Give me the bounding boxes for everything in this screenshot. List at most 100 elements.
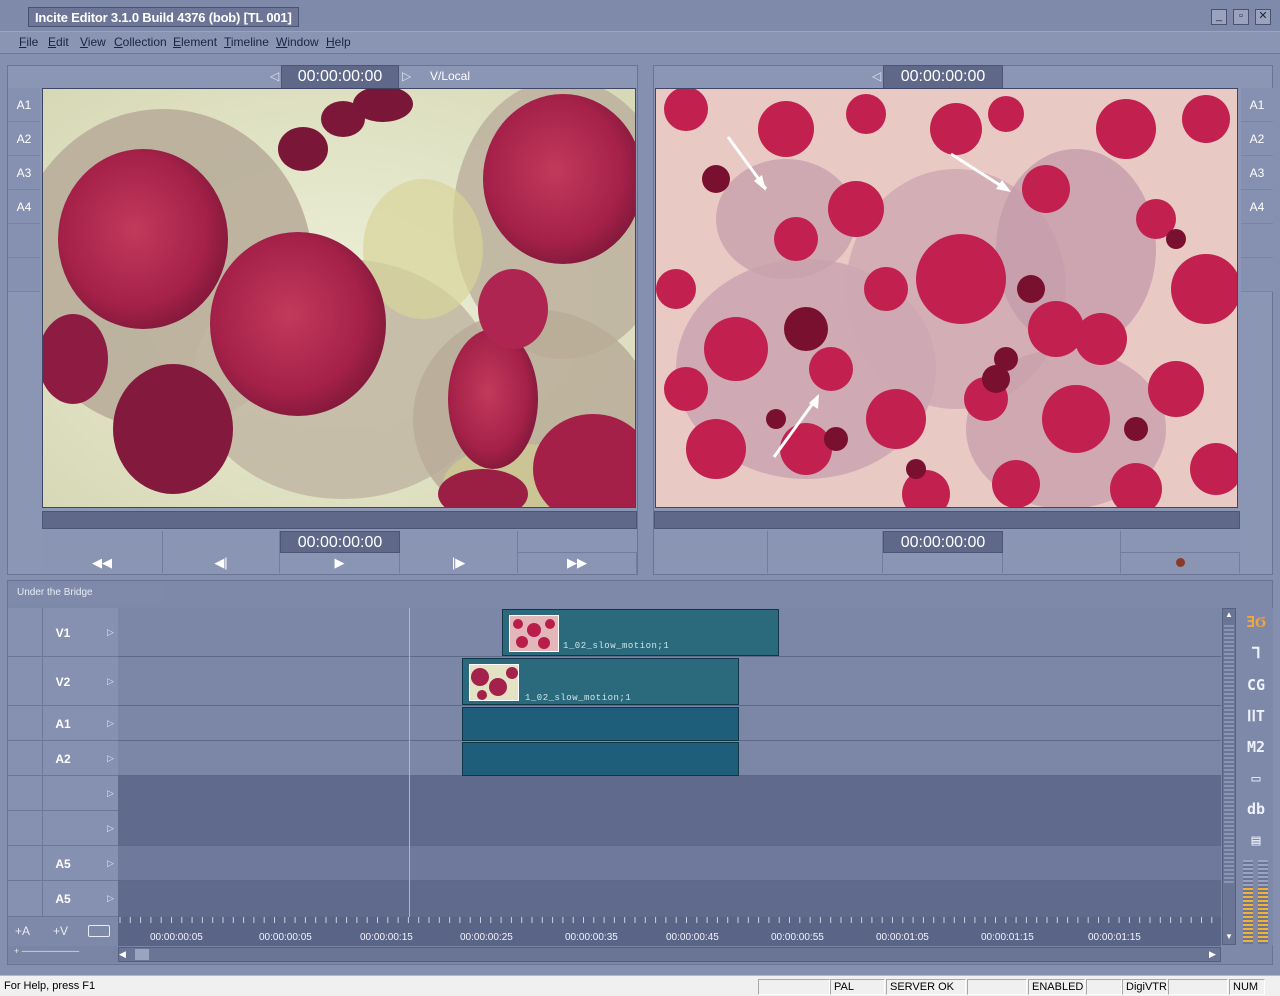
- horizontal-scrollbar[interactable]: ◀ ▶: [118, 947, 1221, 962]
- track-expand-icon[interactable]: ▷: [107, 823, 114, 834]
- source-video-frame[interactable]: [42, 88, 636, 508]
- track-header-v1[interactable]: V1 ▷: [8, 608, 118, 657]
- source-cell: [400, 531, 518, 553]
- menu-element[interactable]: Element: [173, 35, 217, 49]
- record-transport-button[interactable]: [768, 553, 883, 573]
- trim-tool-icon[interactable]: ᒣ: [1241, 639, 1271, 667]
- menu-help[interactable]: Help: [326, 35, 351, 49]
- restore-button[interactable]: ▫: [1233, 9, 1249, 25]
- track-expand-icon[interactable]: ▷: [107, 718, 114, 729]
- close-button[interactable]: ✕: [1255, 9, 1271, 25]
- source-bottom-timecode[interactable]: 00:00:00:00: [280, 531, 400, 553]
- source-track-a1[interactable]: A1: [8, 88, 40, 122]
- menu-window[interactable]: Window: [276, 35, 319, 49]
- clip-thumbnail: [509, 615, 559, 652]
- step-forward-button[interactable]: |▶: [400, 553, 518, 573]
- playhead[interactable]: [409, 608, 410, 917]
- lane-empty[interactable]: [118, 776, 1221, 811]
- db-tool-icon[interactable]: db: [1241, 795, 1271, 823]
- clip-a1[interactable]: [462, 707, 739, 741]
- source-scrub-bar[interactable]: [42, 511, 637, 529]
- clip-a2[interactable]: [462, 742, 739, 776]
- track-expand-icon[interactable]: ▷: [107, 788, 114, 799]
- source-cell: [163, 531, 280, 553]
- scroll-right-icon[interactable]: ▶: [1209, 949, 1216, 960]
- play-button[interactable]: ▶: [280, 553, 400, 573]
- source-track-empty-1[interactable]: [8, 224, 40, 258]
- record-track-empty-2[interactable]: [1241, 258, 1273, 292]
- lane-empty[interactable]: [118, 811, 1221, 846]
- clip-v2[interactable]: 1_02_slow_motion;1: [462, 658, 739, 705]
- timeline-zoom-icon[interactable]: [88, 925, 110, 937]
- source-track-a4[interactable]: A4: [8, 190, 40, 224]
- clip-v1[interactable]: 1_02_slow_motion;1: [502, 609, 779, 656]
- vertical-scrollbar[interactable]: ▲ ▼: [1222, 608, 1236, 945]
- menu-timeline[interactable]: Timeline: [224, 35, 269, 49]
- source-next-icon[interactable]: ▷: [402, 69, 411, 83]
- lane-a5[interactable]: [118, 846, 1221, 881]
- menu-collection[interactable]: Collection: [114, 35, 167, 49]
- track-expand-icon[interactable]: ▷: [107, 676, 114, 687]
- track-header-empty[interactable]: ▷: [8, 776, 118, 811]
- menu-edit[interactable]: Edit: [48, 35, 69, 49]
- track-expand-icon[interactable]: ▷: [107, 753, 114, 764]
- source-prev-icon[interactable]: ◁: [270, 69, 279, 83]
- rewind-button[interactable]: ◀◀: [42, 553, 163, 573]
- cut-tool-icon[interactable]: ƎϬ: [1241, 608, 1271, 636]
- track-expand-icon[interactable]: ▷: [107, 627, 114, 638]
- scroll-up-icon[interactable]: ▲: [1225, 610, 1233, 619]
- record-transport-button[interactable]: [1003, 553, 1121, 573]
- record-bottom-timecode[interactable]: 00:00:00:00: [883, 531, 1003, 553]
- record-button[interactable]: [1121, 553, 1240, 573]
- menu-view[interactable]: View: [80, 35, 106, 49]
- step-back-button[interactable]: ◀|: [163, 553, 280, 573]
- record-cell: [654, 531, 768, 553]
- source-track-a2[interactable]: A2: [8, 122, 40, 156]
- add-video-track-button[interactable]: +V: [53, 924, 68, 938]
- timeline-ruler[interactable]: 00:00:00:05 00:00:00:05 00:00:00:15 00:0…: [118, 917, 1221, 946]
- track-header-a1[interactable]: A1 ▷: [8, 706, 118, 741]
- scrollbar-thumb[interactable]: [135, 949, 149, 960]
- minimize-button[interactable]: _: [1211, 9, 1227, 25]
- menu-file[interactable]: File: [19, 35, 38, 49]
- status-cell: [758, 979, 830, 995]
- clip-label: 1_02_slow_motion;1: [525, 693, 632, 703]
- lane-a5[interactable]: [118, 881, 1221, 917]
- fast-forward-button[interactable]: ▶▶: [518, 553, 637, 573]
- source-track-a3[interactable]: A3: [8, 156, 40, 190]
- lift-tool-icon[interactable]: ⅠⅠT: [1241, 702, 1271, 730]
- track-header-empty[interactable]: ▷: [8, 811, 118, 846]
- layers-tool-icon[interactable]: ▤: [1241, 826, 1271, 854]
- status-enabled: ENABLED: [1028, 979, 1085, 995]
- record-prev-icon[interactable]: ◁: [872, 69, 881, 83]
- record-track-a3[interactable]: A3: [1241, 156, 1273, 190]
- cg-tool-icon[interactable]: CG: [1241, 671, 1271, 699]
- record-track-a2[interactable]: A2: [1241, 122, 1273, 156]
- track-header-a5[interactable]: A5 ▷: [8, 846, 118, 881]
- record-track-empty-1[interactable]: [1241, 224, 1273, 258]
- zoom-slider-icon[interactable]: + ─────────: [14, 946, 79, 956]
- source-timecode[interactable]: 00:00:00:00: [281, 65, 399, 89]
- record-transport-button[interactable]: [883, 553, 1003, 573]
- track-expand-icon[interactable]: ▷: [107, 858, 114, 869]
- record-timecode[interactable]: 00:00:00:00: [883, 65, 1003, 89]
- track-expand-icon[interactable]: ▷: [107, 893, 114, 904]
- track-header-v2[interactable]: V2 ▷: [8, 657, 118, 706]
- record-scrub-bar[interactable]: [654, 511, 1240, 529]
- m2-tool-icon[interactable]: M2: [1241, 733, 1271, 761]
- record-track-a4[interactable]: A4: [1241, 190, 1273, 224]
- record-transport-button[interactable]: [654, 553, 768, 573]
- source-transport-top: 00:00:00:00: [42, 531, 637, 553]
- sequence-name[interactable]: Under the Bridge: [8, 583, 163, 603]
- track-header-a2[interactable]: A2 ▷: [8, 741, 118, 776]
- source-track-empty-2[interactable]: [8, 258, 40, 292]
- record-video-frame[interactable]: [655, 88, 1238, 508]
- track-headers: V1 ▷ V2 ▷ A1 ▷ A2 ▷ ▷ ▷ A5 ▷ A5 ▷: [8, 608, 118, 917]
- scroll-left-icon[interactable]: ◀: [119, 949, 126, 960]
- record-track-a1[interactable]: A1: [1241, 88, 1273, 122]
- fill-tool-icon[interactable]: ▭: [1241, 764, 1271, 792]
- track-header-a5[interactable]: A5 ▷: [8, 881, 118, 917]
- add-audio-track-button[interactable]: +A: [15, 924, 30, 938]
- scroll-down-icon[interactable]: ▼: [1225, 932, 1233, 941]
- thumbnail-cells: [471, 667, 518, 700]
